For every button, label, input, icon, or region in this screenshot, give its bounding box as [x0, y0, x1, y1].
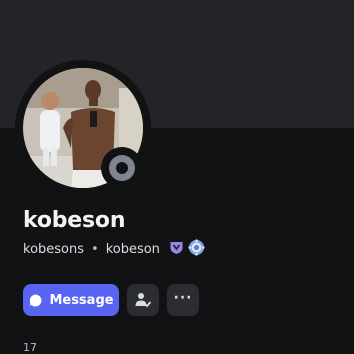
message-button[interactable]: Message — [23, 284, 119, 316]
status-indicator-hole — [116, 162, 128, 174]
nitro-gem-badge-icon[interactable] — [188, 238, 205, 260]
more-button[interactable]: ··· — [167, 284, 199, 316]
message-button-label: Message — [49, 292, 114, 308]
add-friend-icon — [135, 293, 152, 308]
chat-bubble-icon — [29, 294, 42, 306]
hypesquad-badge-icon[interactable] — [169, 240, 184, 259]
username-row: kobesons • kobeson — [23, 238, 205, 260]
name-separator: • — [91, 241, 99, 257]
display-name: kobeson — [23, 208, 126, 233]
stat-count: 17 — [23, 341, 37, 354]
username[interactable]: kobesons — [23, 242, 84, 257]
secondary-name: kobeson — [105, 241, 160, 257]
add-friend-button[interactable] — [127, 284, 159, 316]
more-icon: ··· — [173, 290, 193, 306]
